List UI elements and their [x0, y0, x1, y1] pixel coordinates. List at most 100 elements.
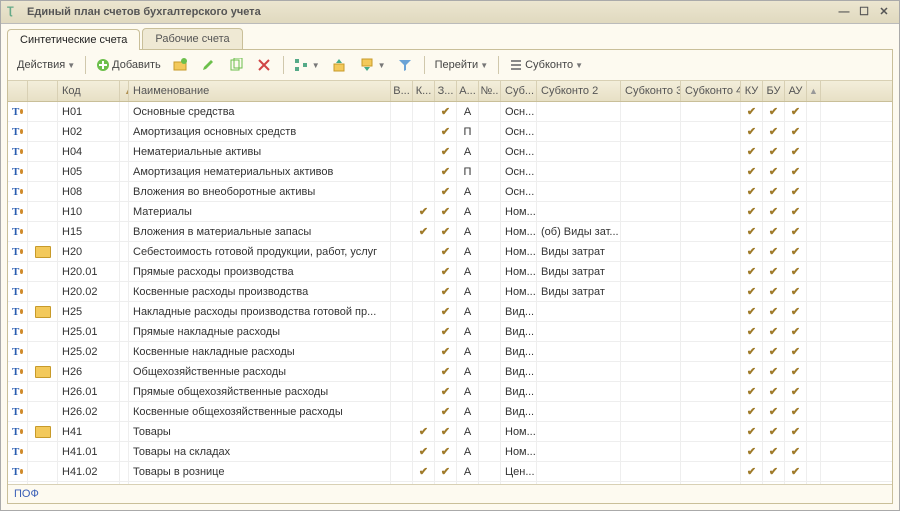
table-row[interactable]: TН10Материалы✔✔АНом...✔✔✔ — [8, 202, 892, 222]
tab-working[interactable]: Рабочие счета — [142, 28, 242, 49]
delete-button[interactable] — [252, 54, 278, 76]
table-row[interactable]: TН02Амортизация основных средств✔ПОсн...… — [8, 122, 892, 142]
table-row[interactable]: TН25.01Прямые накладные расходы✔АВид...✔… — [8, 322, 892, 342]
col-ku[interactable]: КУ — [741, 81, 763, 101]
col-name[interactable]: Наименование — [129, 81, 391, 101]
table-row[interactable]: TН25Накладные расходы производства готов… — [8, 302, 892, 322]
cell-ku: ✔ — [741, 282, 763, 301]
table-row[interactable]: TН20Себестоимость готовой продукции, раб… — [8, 242, 892, 262]
table-row[interactable]: TН20.02Косвенные расходы производства✔АН… — [8, 282, 892, 302]
col-a[interactable]: А... — [457, 81, 479, 101]
cell-sub1: Осн... — [501, 182, 537, 201]
actions-menu[interactable]: Действия▼ — [12, 54, 80, 76]
table-row[interactable]: TН41.01Товары на складах✔✔АНом...✔✔✔ — [8, 442, 892, 462]
cell-sub1: Ном... — [501, 222, 537, 241]
cell-au: ✔ — [785, 442, 807, 461]
table-row[interactable]: TН41.02Товары в рознице✔✔АЦен...✔✔✔ — [8, 462, 892, 482]
cell-z: ✔ — [435, 382, 457, 401]
row-folder-icon — [28, 262, 58, 281]
goto-menu[interactable]: Перейти▼ — [430, 54, 494, 76]
add-group-button[interactable] — [168, 54, 194, 76]
main-panel: Действия▼ Добавить ▼ ▼ Перейти▼ Субконто… — [7, 49, 893, 504]
cell-name: Товары на складах — [129, 442, 391, 461]
cell-code: Н26 — [58, 362, 120, 381]
col-scroll-up[interactable]: ▲ — [807, 81, 821, 101]
cell-bu: ✔ — [763, 282, 785, 301]
cell-au: ✔ — [785, 282, 807, 301]
cell-name: Общехозяйственные расходы — [129, 362, 391, 381]
filter-button[interactable] — [393, 54, 419, 76]
cell-sub4 — [681, 122, 741, 141]
cell-z: ✔ — [435, 422, 457, 441]
cell-z: ✔ — [435, 222, 457, 241]
cell-sub1: Ном... — [501, 442, 537, 461]
col-au[interactable]: АУ — [785, 81, 807, 101]
col-icon[interactable] — [8, 81, 28, 101]
cell-v — [391, 222, 413, 241]
maximize-button[interactable]: ☐ — [855, 5, 873, 19]
hierarchy-button[interactable]: ▼ — [289, 54, 325, 76]
subkonto-menu[interactable]: Субконто▼ — [504, 54, 588, 76]
minimize-button[interactable]: — — [835, 5, 853, 19]
table-row[interactable]: TН25.02Косвенные накладные расходы✔АВид.… — [8, 342, 892, 362]
col-sub3[interactable]: Субконто 3 — [621, 81, 681, 101]
cell-z: ✔ — [435, 142, 457, 161]
col-sub4[interactable]: Субконто 4 — [681, 81, 741, 101]
move-down-button[interactable]: ▼ — [355, 54, 391, 76]
table-row[interactable]: TН26.02Косвенные общехозяйственные расхо… — [8, 402, 892, 422]
cell-name: Нематериальные активы — [129, 142, 391, 161]
col-k[interactable]: К... — [413, 81, 435, 101]
copy-button[interactable] — [224, 54, 250, 76]
cell-k — [413, 342, 435, 361]
table-row[interactable]: TН01Основные средства✔АОсн...✔✔✔ — [8, 102, 892, 122]
separator — [498, 56, 499, 74]
tab-synthetic[interactable]: Синтетические счета — [7, 29, 140, 50]
grid-body[interactable]: TН01Основные средства✔АОсн...✔✔✔TН02Амор… — [8, 102, 892, 484]
col-folder[interactable] — [28, 81, 58, 101]
cell-k — [413, 282, 435, 301]
cell-sub2 — [537, 462, 621, 481]
cell-a: А — [457, 262, 479, 281]
cell-sub2 — [537, 102, 621, 121]
cell-code: Н05 — [58, 162, 120, 181]
cell-code: Н01 — [58, 102, 120, 121]
close-button[interactable]: ✕ — [875, 5, 893, 19]
col-v[interactable]: В... — [391, 81, 413, 101]
table-row[interactable]: TН41Товары✔✔АНом...✔✔✔ — [8, 422, 892, 442]
cell-z: ✔ — [435, 202, 457, 221]
move-up-button[interactable] — [327, 54, 353, 76]
cell-sub4 — [681, 162, 741, 181]
edit-button[interactable] — [196, 54, 222, 76]
table-row[interactable]: TН04Нематериальные активы✔АОсн...✔✔✔ — [8, 142, 892, 162]
cell-sub1: Вид... — [501, 402, 537, 421]
cell-z: ✔ — [435, 102, 457, 121]
cell-bu: ✔ — [763, 382, 785, 401]
add-button[interactable]: Добавить — [91, 54, 166, 76]
table-row[interactable]: TН26.01Прямые общехозяйственные расходы✔… — [8, 382, 892, 402]
cell-n — [479, 142, 501, 161]
cell-v — [391, 442, 413, 461]
col-bu[interactable]: БУ — [763, 81, 785, 101]
col-sub1[interactable]: Суб... — [501, 81, 537, 101]
table-row[interactable]: TН26Общехозяйственные расходы✔АВид...✔✔✔ — [8, 362, 892, 382]
table-row[interactable]: TН05Амортизация нематериальных активов✔П… — [8, 162, 892, 182]
toolbar: Действия▼ Добавить ▼ ▼ Перейти▼ Субконто… — [8, 50, 892, 81]
cell-code: Н25.01 — [58, 322, 120, 341]
col-z[interactable]: З... — [435, 81, 457, 101]
table-row[interactable]: TН20.01Прямые расходы производства✔АНом.… — [8, 262, 892, 282]
row-type-icon: T — [8, 382, 28, 401]
cell-name: Косвенные накладные расходы — [129, 342, 391, 361]
col-sort-indicator[interactable]: ▲ — [120, 81, 129, 101]
col-n[interactable]: №.. — [479, 81, 501, 101]
col-sub2[interactable]: Субконто 2 — [537, 81, 621, 101]
cell-n — [479, 262, 501, 281]
cell-bu: ✔ — [763, 142, 785, 161]
cell-k — [413, 262, 435, 281]
table-row[interactable]: TН08Вложения во внеоборотные активы✔АОсн… — [8, 182, 892, 202]
cell-au: ✔ — [785, 362, 807, 381]
col-code[interactable]: Код — [58, 81, 120, 101]
cell-ku: ✔ — [741, 362, 763, 381]
cell-sub1: Вид... — [501, 382, 537, 401]
cell-code: Н26.01 — [58, 382, 120, 401]
table-row[interactable]: TН15Вложения в материальные запасы✔✔АНом… — [8, 222, 892, 242]
